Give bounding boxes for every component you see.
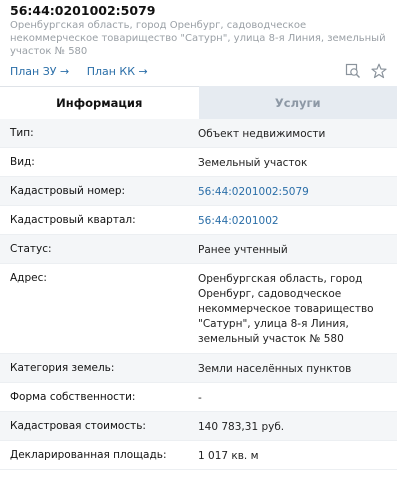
toolbar-icons (345, 63, 387, 79)
address-subtitle: Оренбургская область, город Оренбург, са… (10, 20, 386, 57)
search-map-icon[interactable] (345, 63, 361, 79)
plan-links: План ЗУ → План КК → (10, 65, 148, 78)
cadastral-number-link[interactable]: 56:44:0201002:5079 (198, 185, 387, 200)
row-label: Статус: (10, 243, 52, 255)
row-value: 140 783,31 руб. (198, 421, 285, 433)
row-label: Тип: (10, 127, 34, 139)
table-row: Кадастровая стоимость: 140 783,31 руб. (0, 412, 397, 441)
table-row: Тип: Объект недвижимости (0, 119, 397, 148)
star-icon[interactable] (371, 63, 387, 79)
table-row: Кадастровый номер: 56:44:0201002:5079 (0, 177, 397, 206)
table-row: Форма собственности: - (0, 383, 397, 412)
table-row: Статус: Ранее учтенный (0, 235, 397, 264)
row-label: Адрес: (10, 272, 47, 284)
row-value: Земельный участок (198, 157, 308, 169)
row-value: Объект недвижимости (198, 128, 326, 140)
row-value: Земли населённых пунктов (198, 363, 352, 375)
info-table: Тип: Объект недвижимости Вид: Земельный … (0, 119, 397, 470)
row-value: Оренбургская область, город Оренбург, са… (198, 273, 374, 345)
page-title: 56:44:0201002:5079 (10, 3, 156, 18)
row-label: Кадастровый квартал: (10, 214, 136, 226)
table-row: Адрес: Оренбургская область, город Оренб… (0, 264, 397, 354)
tab-services[interactable]: Услуги (198, 86, 397, 119)
tab-bar: Информация Услуги (0, 86, 397, 119)
row-label: Категория земель: (10, 362, 115, 374)
plan-zu-link[interactable]: План ЗУ → (10, 65, 69, 78)
row-label: Декларированная площадь: (10, 449, 167, 461)
row-value: Ранее учтенный (198, 244, 288, 256)
row-label: Кадастровый номер: (10, 185, 126, 197)
table-row: Категория земель: Земли населённых пункт… (0, 354, 397, 383)
plan-kk-link[interactable]: План КК → (87, 65, 148, 78)
table-row: Декларированная площадь: 1 017 кв. м (0, 441, 397, 470)
row-value: - (198, 392, 202, 404)
cadastral-quarter-link[interactable]: 56:44:0201002 (198, 214, 387, 229)
row-label: Вид: (10, 156, 35, 168)
row-value: 1 017 кв. м (198, 450, 259, 462)
tab-information[interactable]: Информация (0, 86, 199, 119)
row-label: Кадастровая стоимость: (10, 420, 146, 432)
table-row: Кадастровый квартал: 56:44:0201002 (0, 206, 397, 235)
row-label: Форма собственности: (10, 391, 136, 403)
table-row: Вид: Земельный участок (0, 148, 397, 177)
